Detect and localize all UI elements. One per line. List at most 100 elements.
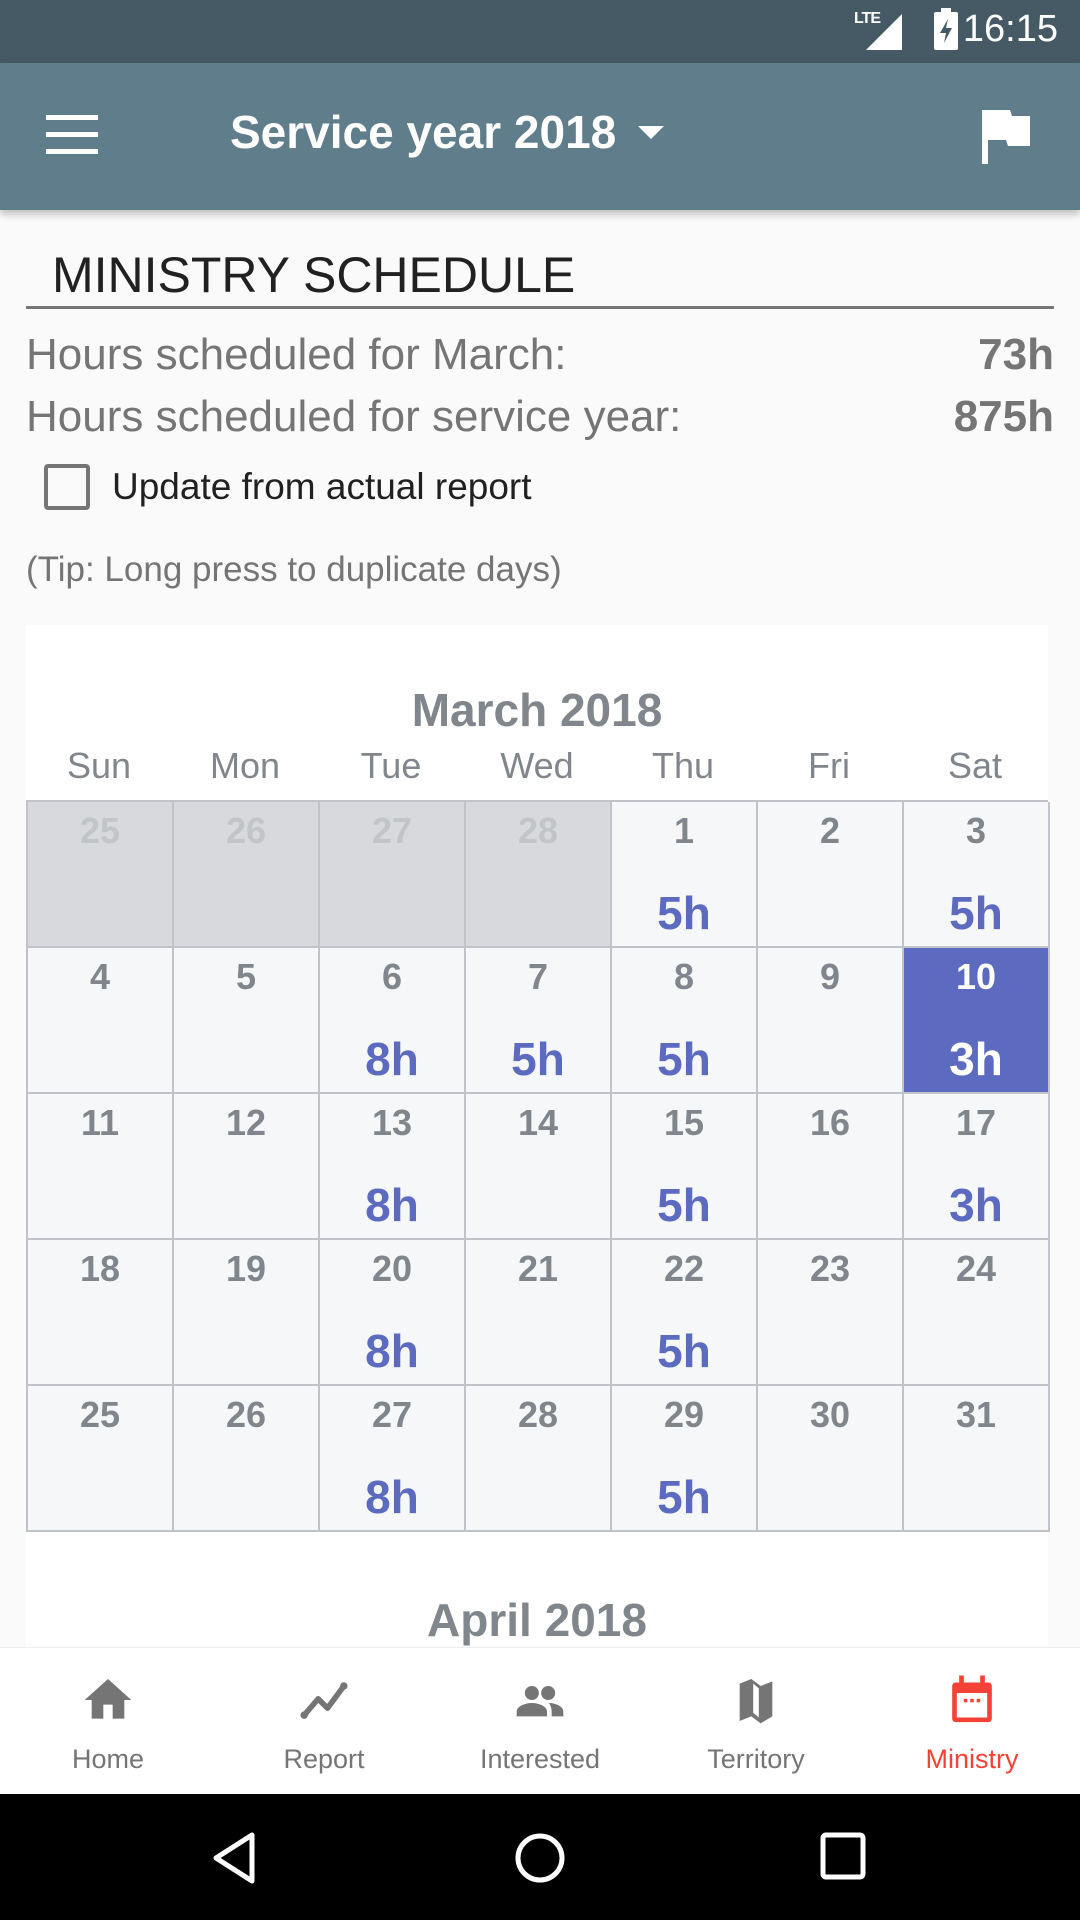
calendar-day[interactable]: 5 — [174, 948, 320, 1094]
calendar-day[interactable]: 18 — [28, 1240, 174, 1386]
day-number: 6 — [381, 956, 403, 997]
calendar-day-outside: 26 — [174, 802, 320, 948]
calendar-card: March 2018 Sun Mon Tue Wed Thu Fri Sat 2… — [26, 625, 1050, 1647]
year-hours-row: Hours scheduled for service year: 875h — [26, 392, 1054, 442]
calendar-day-selected[interactable]: 10 3h — [904, 948, 1050, 1094]
back-triangle-icon[interactable] — [212, 1832, 258, 1889]
day-number: 16 — [809, 1102, 851, 1143]
day-number: 1 — [673, 810, 695, 851]
section-divider — [26, 306, 1054, 309]
calendar-day[interactable]: 9 — [758, 948, 904, 1094]
calendar-day[interactable]: 13 8h — [320, 1094, 466, 1240]
calendar-day[interactable]: 6 8h — [320, 948, 466, 1094]
calendar-day[interactable]: 4 — [28, 948, 174, 1094]
day-number: 21 — [517, 1248, 559, 1289]
system-navigation-bar — [0, 1794, 1080, 1920]
day-hours: 8h — [365, 1179, 419, 1231]
day-number: 22 — [663, 1248, 705, 1289]
weekday-label: Mon — [209, 745, 281, 786]
calendar-day[interactable]: 2 — [758, 802, 904, 948]
update-from-report-toggle[interactable]: Update from actual report — [44, 464, 532, 510]
calendar-day[interactable]: 11 — [28, 1094, 174, 1240]
calendar-day[interactable]: 28 — [466, 1386, 612, 1532]
calendar-day[interactable]: 22 5h — [612, 1240, 758, 1386]
calendar-day[interactable]: 12 — [174, 1094, 320, 1240]
calendar-day[interactable]: 24 — [904, 1240, 1050, 1386]
day-hours: 5h — [949, 887, 1003, 939]
day-number: 12 — [225, 1102, 267, 1143]
calendar-day[interactable]: 25 — [28, 1386, 174, 1532]
day-number: 25 — [79, 810, 121, 851]
calendar-day[interactable]: 21 — [466, 1240, 612, 1386]
calendar-day[interactable]: 19 — [174, 1240, 320, 1386]
battery-charging-icon — [934, 8, 958, 50]
weekday-label: Wed — [500, 745, 574, 786]
calendar-day[interactable]: 16 — [758, 1094, 904, 1240]
weekday-label: Thu — [651, 745, 715, 786]
day-number: 23 — [809, 1248, 851, 1289]
calendar-day[interactable]: 31 — [904, 1386, 1050, 1532]
service-year-dropdown[interactable]: Service year 2018 — [230, 105, 665, 159]
day-hours: 5h — [657, 1033, 711, 1085]
day-number: 31 — [955, 1394, 997, 1435]
day-number: 3 — [965, 810, 987, 851]
calendar-day[interactable]: 20 8h — [320, 1240, 466, 1386]
nav-report[interactable]: Report — [216, 1648, 432, 1794]
day-number: 11 — [80, 1102, 120, 1143]
calendar-day[interactable]: 30 — [758, 1386, 904, 1532]
status-bar: LTE 16:15 — [0, 0, 1080, 63]
home-circle-icon[interactable] — [514, 1832, 566, 1889]
calendar-day[interactable]: 14 — [466, 1094, 612, 1240]
calendar-day[interactable]: 8 5h — [612, 948, 758, 1094]
nav-territory[interactable]: Territory — [648, 1648, 864, 1794]
clock: 16:15 — [962, 8, 1058, 50]
day-number: 9 — [819, 956, 841, 997]
day-number: 27 — [371, 1394, 413, 1435]
day-number: 28 — [517, 810, 559, 851]
calendar-day[interactable]: 27 8h — [320, 1386, 466, 1532]
nav-home[interactable]: Home — [0, 1648, 216, 1794]
nav-interested[interactable]: Interested — [432, 1648, 648, 1794]
recents-square-icon[interactable] — [820, 1832, 866, 1885]
flag-icon[interactable] — [980, 108, 1032, 169]
day-hours: 8h — [365, 1325, 419, 1377]
day-number: 24 — [955, 1248, 997, 1289]
nav-label: Territory — [707, 1744, 805, 1774]
calendar-day[interactable]: 3 5h — [904, 802, 1050, 948]
hamburger-menu-icon[interactable] — [46, 115, 98, 155]
calendar-day[interactable]: 15 5h — [612, 1094, 758, 1240]
day-number: 26 — [225, 810, 267, 851]
month-title: March 2018 — [411, 684, 663, 736]
calendar-day[interactable]: 23 — [758, 1240, 904, 1386]
day-hours: 5h — [657, 1471, 711, 1523]
tip-text: (Tip: Long press to duplicate days) — [26, 550, 562, 589]
nav-label: Report — [283, 1744, 365, 1774]
calendar-day[interactable]: 17 3h — [904, 1094, 1050, 1240]
day-hours: 5h — [657, 1179, 711, 1231]
day-number: 14 — [517, 1102, 559, 1143]
day-hours: 3h — [949, 1033, 1003, 1085]
next-month-title: April 2018 — [427, 1594, 647, 1646]
day-number: 7 — [527, 956, 549, 997]
weekday-label: Sun — [66, 745, 132, 786]
day-hours: 8h — [365, 1471, 419, 1523]
weekday-label: Fri — [808, 745, 850, 786]
day-number: 30 — [809, 1394, 851, 1435]
calendar-day[interactable]: 1 5h — [612, 802, 758, 948]
weekday-header: Sun Mon Tue Wed Thu Fri Sat — [26, 745, 1048, 787]
day-number: 26 — [225, 1394, 267, 1435]
day-number: 19 — [225, 1248, 267, 1289]
caret-down-icon — [638, 125, 665, 139]
month-hours-row: Hours scheduled for March: 73h — [26, 330, 1054, 380]
year-hours-value: 875h — [953, 392, 1054, 441]
nav-label: Interested — [479, 1744, 601, 1774]
content-scroll[interactable]: MINISTRY SCHEDULE Hours scheduled for Ma… — [0, 210, 1080, 1647]
calendar-day[interactable]: 7 5h — [466, 948, 612, 1094]
calendar-day-outside: 25 — [28, 802, 174, 948]
day-number: 8 — [673, 956, 695, 997]
nav-ministry[interactable]: Ministry — [864, 1648, 1080, 1794]
calendar-day[interactable]: 29 5h — [612, 1386, 758, 1532]
update-from-report-checkbox[interactable] — [44, 464, 90, 510]
day-number: 4 — [89, 956, 111, 997]
calendar-day[interactable]: 26 — [174, 1386, 320, 1532]
